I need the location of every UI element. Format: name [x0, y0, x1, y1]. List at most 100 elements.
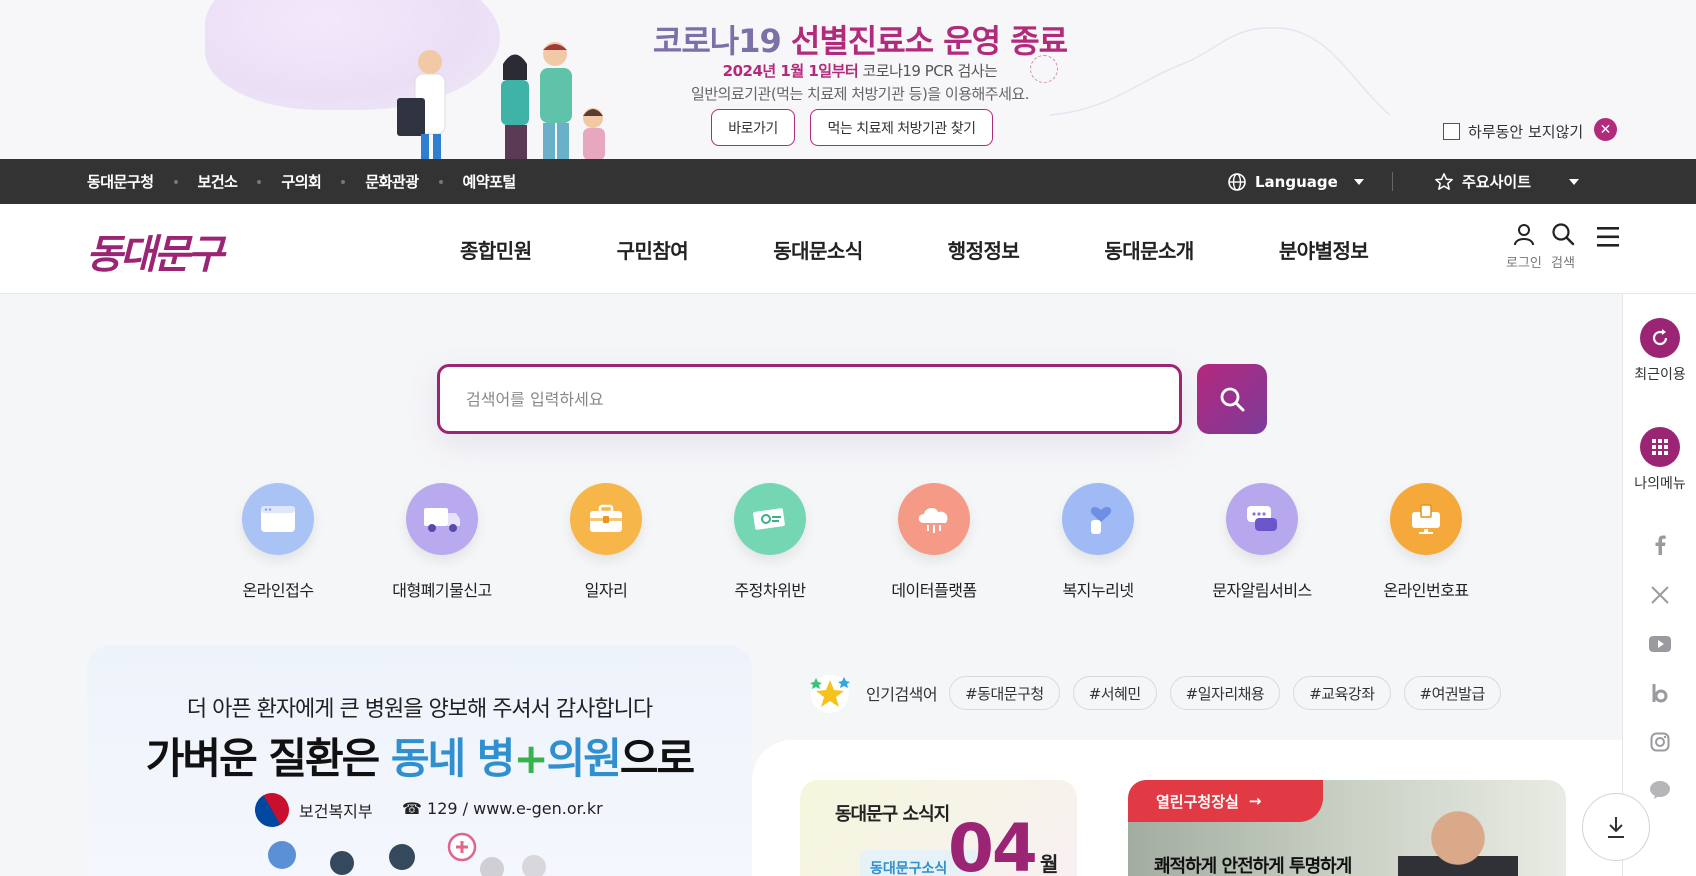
keyword-tag[interactable]: #동대문구청 [949, 676, 1060, 710]
major-sites-label: 주요사이트 [1462, 173, 1532, 191]
keyword-tag[interactable]: #서혜민 [1072, 676, 1157, 710]
youtube-icon[interactable] [1649, 633, 1671, 655]
util-link-health-center[interactable]: 보건소 [198, 171, 238, 192]
site-logo[interactable]: 동대문구 [86, 222, 224, 280]
util-link-culture-tourism[interactable]: 문화관광 [365, 171, 419, 192]
util-link-district-office[interactable]: 동대문구청 [87, 171, 154, 192]
banner-line2: 일반의료기관(먹는 치료제 처방기관 등)을 이용해주세요. [691, 85, 1029, 103]
quick-link-bulky-waste[interactable]: 대형폐기물신고 [372, 483, 512, 601]
people-illustration [268, 832, 546, 876]
banner-line1: 2024년 1월 1일부터 코로나19 PCR 검사는 [722, 62, 998, 80]
nav-civil-service[interactable]: 종합민원 [460, 235, 532, 264]
promo-contact: ☎ 129 / www.e-gen.or.kr [402, 799, 603, 818]
banner-go-button[interactable]: 바로가기 [711, 109, 795, 146]
kiosk-icon [1390, 483, 1462, 555]
utility-bar: 동대문구청 보건소 구의회 문화관광 예약포털 Language 주요사이트 [0, 159, 1696, 204]
covid-notice-banner: 코로나19 선별진료소 운영 종료 2024년 1월 1일부터 코로나19 PC… [0, 0, 1696, 159]
util-link-reservation[interactable]: 예약포털 [463, 171, 517, 192]
truck-icon [406, 483, 478, 555]
quick-link-online-application[interactable]: 온라인접수 [208, 483, 348, 601]
nav-introduction[interactable]: 동대문소개 [1104, 235, 1194, 264]
scroll-down-button[interactable] [1582, 793, 1650, 861]
mayor-photo [1398, 790, 1518, 876]
login-button[interactable]: 로그인 [1506, 222, 1542, 271]
site-header: 동대문구 종합민원 구민참여 동대문소식 행정정보 동대문소개 분야별정보 로그… [0, 204, 1696, 294]
promo-banner[interactable]: 더 아픈 환자에게 큰 병원을 양보해 주셔서 감사합니다 가벼운 질환은 동네… [87, 645, 752, 876]
arrow-right-icon: → [1248, 792, 1262, 810]
divider [1392, 172, 1393, 191]
keyword-tag[interactable]: #여권발급 [1403, 676, 1501, 710]
separator-dot [173, 179, 178, 184]
newsletter-card[interactable]: 동대문구 소식지 동대문구소식 04 월 [800, 780, 1077, 876]
quick-link-jobs[interactable]: 일자리 [536, 483, 676, 601]
instagram-icon[interactable] [1649, 731, 1671, 753]
language-dropdown[interactable]: Language [1227, 159, 1364, 204]
newsletter-issue: 04 [948, 810, 1038, 876]
recent-visited-label: 최근이용 [1634, 367, 1686, 383]
side-quick-bar: 최근이용 나의메뉴 [1622, 294, 1696, 876]
download-arrow-icon [1608, 817, 1624, 838]
main-navigation: 종합민원 구민참여 동대문소식 행정정보 동대문소개 분야별정보 [460, 204, 1453, 294]
x-icon[interactable] [1649, 584, 1671, 606]
quick-link-online-ticket[interactable]: 온라인번호표 [1356, 483, 1496, 601]
keyword-tag[interactable]: #일자리채용 [1169, 676, 1281, 710]
nav-news[interactable]: 동대문소식 [773, 235, 863, 264]
heart-hand-icon [1062, 483, 1134, 555]
family-illustration [397, 42, 605, 159]
hide-today-label: 하루동안 보지않기 [1468, 123, 1584, 141]
ministry-name: 보건복지부 [299, 802, 373, 821]
quick-link-label: 데이터플랫폼 [891, 581, 977, 600]
hamburger-menu-icon[interactable] [1596, 226, 1620, 248]
grid-icon [1640, 427, 1680, 467]
ministry-logo: 보건복지부 [248, 786, 373, 834]
keyword-tag[interactable]: #교육강좌 [1293, 676, 1391, 710]
chevron-down-icon [1569, 178, 1580, 185]
star-icon [1435, 172, 1453, 190]
car-ticket-icon [734, 483, 806, 555]
quick-link-label: 복지누리넷 [1062, 581, 1134, 600]
open-office-badge: 열린구청장실 → [1128, 780, 1323, 822]
quick-link-label: 온라인번호표 [1383, 581, 1469, 600]
search-icon [1220, 387, 1245, 412]
quick-link-label: 주정차위반 [734, 581, 806, 600]
kakaotalk-icon[interactable] [1649, 779, 1671, 801]
nav-field-info[interactable]: 분야별정보 [1279, 235, 1369, 264]
globe-icon [1228, 172, 1246, 191]
separator-dot [438, 179, 443, 184]
quick-link-sms-alert[interactable]: 문자알림서비스 [1192, 483, 1332, 601]
newsletter-title: 동대문구 소식지 [835, 804, 950, 825]
chevron-down-icon [1353, 178, 1364, 185]
header-search-button[interactable]: 검색 [1551, 222, 1575, 271]
promo-headline: 가벼운 질환은 동네 병+의원으로 [145, 734, 695, 783]
checkbox-box[interactable] [1443, 123, 1460, 140]
banner-title: 코로나19 선별진료소 운영 종료 [652, 22, 1068, 60]
quick-link-welfare[interactable]: 복지누리넷 [1028, 483, 1168, 601]
quick-link-label: 온라인접수 [242, 581, 314, 600]
major-sites-dropdown[interactable]: 주요사이트 [1434, 159, 1580, 204]
search-label: 검색 [1551, 256, 1575, 271]
my-menu-button[interactable]: 나의메뉴 [1623, 427, 1696, 493]
quick-link-data-platform[interactable]: 데이터플랫폼 [864, 483, 1004, 601]
quick-link-label: 문자알림서비스 [1212, 581, 1312, 600]
cloud-data-icon [898, 483, 970, 555]
stars-icon [810, 675, 850, 713]
quick-link-parking-violation[interactable]: 주정차위반 [700, 483, 840, 601]
blog-icon[interactable] [1649, 682, 1671, 704]
recent-visited-button[interactable]: 최근이용 [1623, 318, 1696, 384]
nav-participation[interactable]: 구민참여 [617, 235, 689, 264]
search-submit-button[interactable] [1197, 364, 1267, 434]
search-input[interactable] [437, 364, 1182, 434]
hide-today-checkbox[interactable]: 하루동안 보지않기 [1443, 121, 1583, 142]
facebook-icon[interactable] [1649, 534, 1671, 556]
popular-keywords-label: 인기검색어 [866, 685, 938, 704]
quick-link-label: 일자리 [584, 581, 628, 600]
util-link-council[interactable]: 구의회 [281, 171, 321, 192]
banner-find-clinic-button[interactable]: 먹는 치료제 처방기관 찾기 [810, 109, 993, 146]
browser-window-icon [242, 483, 314, 555]
family-site-links: 동대문구청 보건소 구의회 문화관광 예약포털 [87, 159, 516, 204]
nav-administration[interactable]: 행정정보 [948, 235, 1020, 264]
close-icon[interactable]: ✕ [1594, 118, 1617, 141]
open-mayor-office-card[interactable]: 열린구청장실 → 쾌적하게 안전하게 투명하게 [1128, 780, 1566, 876]
popular-keywords: 인기검색어 #동대문구청 #서혜민 #일자리채용 #교육강좌 #여권발급 [800, 672, 1514, 714]
refresh-icon [1640, 318, 1680, 358]
